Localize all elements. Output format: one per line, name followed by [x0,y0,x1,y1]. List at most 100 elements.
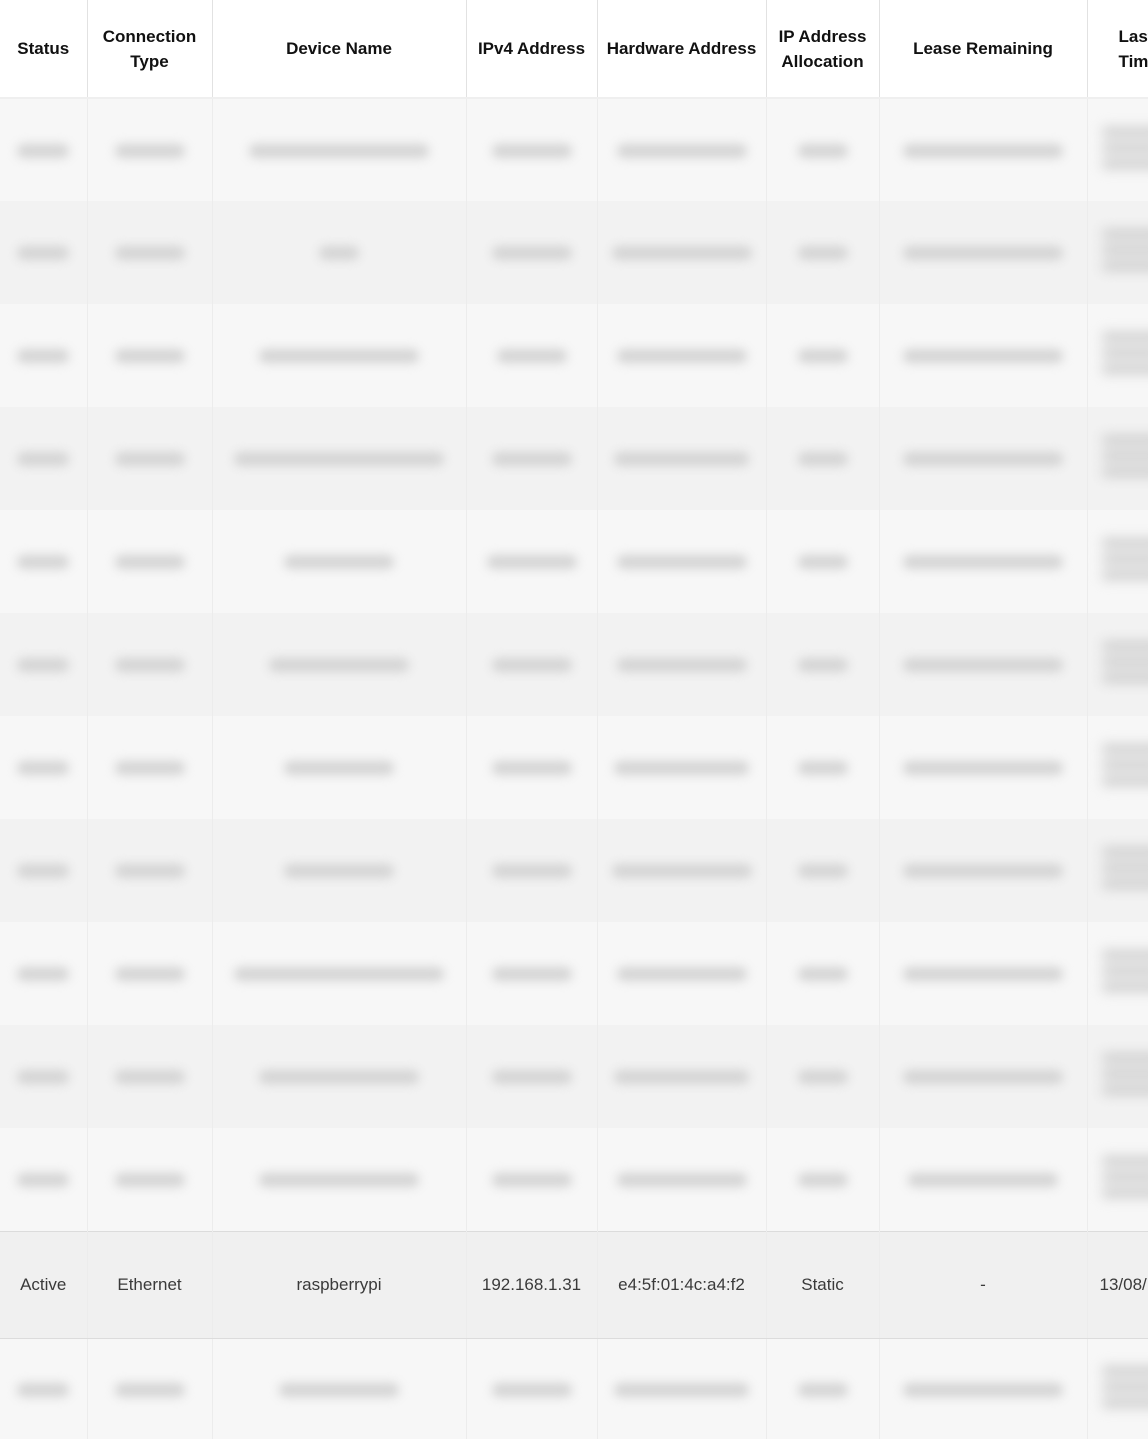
redacted-cell [1087,304,1148,407]
redacted-cell [212,1338,467,1439]
header-last-activity-time[interactable]: Last Activity Time [1087,0,1148,99]
redacted-value [17,761,70,776]
redacted-cell [879,304,1088,407]
redacted-value [903,761,1063,776]
redacted-value [616,349,747,364]
redacted-cell [87,304,213,407]
redacted-cell [597,98,767,201]
table-row-redacted[interactable] [0,613,1148,716]
redacted-value [17,246,70,261]
header-ipv4-address[interactable]: IPv4 Address [466,0,598,99]
table-row-redacted[interactable] [0,98,1148,201]
redacted-value [797,761,848,776]
redacted-value [1101,635,1148,689]
cell-status: Active [0,1230,88,1339]
header-lease-remaining[interactable]: Lease Remaining [879,0,1088,99]
redacted-cell [879,201,1088,304]
redacted-value [319,246,359,261]
table-row-redacted[interactable] [0,1025,1148,1128]
redacted-value [611,864,752,879]
redacted-cell [212,1025,467,1128]
redacted-cell [597,304,767,407]
redacted-value [903,452,1063,467]
redacted-cell [1087,1025,1148,1128]
header-hardware-address[interactable]: Hardware Address [597,0,767,99]
redacted-value [797,658,848,673]
redacted-cell [766,922,880,1025]
redacted-value [614,761,749,776]
redacted-cell [87,819,213,922]
redacted-value [903,864,1063,879]
redacted-cell [0,716,88,819]
table-row-redacted[interactable] [0,1128,1148,1231]
table-row-redacted[interactable] [0,304,1148,407]
redacted-cell [466,922,598,1025]
header-status[interactable]: Status [0,0,88,99]
redacted-value [114,1172,185,1187]
redacted-value [486,555,577,570]
redacted-cell [1087,819,1148,922]
redacted-value [114,1383,185,1398]
redacted-value [616,143,747,158]
redacted-value [234,967,444,982]
redacted-value [279,1383,399,1398]
redacted-value [1101,532,1148,586]
redacted-cell [879,98,1088,201]
redacted-value [1101,1150,1148,1204]
redacted-value [17,555,70,570]
redacted-value [259,349,419,364]
redacted-value [797,349,848,364]
table-header: Status Connection Type Device Name IPv4 … [0,0,1148,99]
cell-ip-address-allocation: Static [766,1230,880,1339]
redacted-cell [1087,1128,1148,1231]
redacted-cell [766,1338,880,1439]
redacted-cell [87,613,213,716]
redacted-value [17,1383,70,1398]
redacted-cell [466,510,598,613]
table-row-raspberrypi[interactable]: Active Ethernet raspberrypi 192.168.1.31… [0,1230,1148,1339]
redacted-cell [879,716,1088,819]
redacted-value [491,1070,572,1085]
redacted-value [17,864,70,879]
header-row: Status Connection Type Device Name IPv4 … [0,0,1148,99]
redacted-value [797,143,848,158]
header-connection-type[interactable]: Connection Type [87,0,213,99]
redacted-cell [766,510,880,613]
redacted-value [491,658,572,673]
redacted-value [1101,944,1148,998]
redacted-value [1101,841,1148,895]
redacted-value [114,349,185,364]
redacted-value [17,143,70,158]
redacted-value [797,1383,848,1398]
redacted-cell [1087,201,1148,304]
redacted-value [903,246,1063,261]
header-device-name[interactable]: Device Name [212,0,467,99]
redacted-cell [597,716,767,819]
redacted-cell [87,1128,213,1231]
table-row-redacted[interactable] [0,819,1148,922]
redacted-value [17,967,70,982]
redacted-value [491,1172,572,1187]
redacted-value [1101,223,1148,277]
table-body: Active Ethernet raspberrypi 192.168.1.31… [0,98,1148,1439]
redacted-cell [466,98,598,201]
table-row-redacted[interactable] [0,716,1148,819]
table-row-redacted[interactable] [0,1338,1148,1439]
redacted-value [114,967,185,982]
redacted-value [284,864,394,879]
table-row-redacted[interactable] [0,201,1148,304]
redacted-value [17,349,70,364]
table-row-redacted[interactable] [0,922,1148,1025]
redacted-cell [0,201,88,304]
redacted-cell [466,1338,598,1439]
table-row-redacted[interactable] [0,407,1148,510]
redacted-cell [597,1128,767,1231]
table-row-redacted[interactable] [0,510,1148,613]
redacted-cell [87,1025,213,1128]
header-ip-address-allocation[interactable]: IP Address Allocation [766,0,880,99]
redacted-value [908,1172,1058,1187]
redacted-value [491,1383,572,1398]
redacted-cell [597,819,767,922]
redacted-cell [766,1025,880,1128]
cell-device-name: raspberrypi [212,1230,467,1339]
